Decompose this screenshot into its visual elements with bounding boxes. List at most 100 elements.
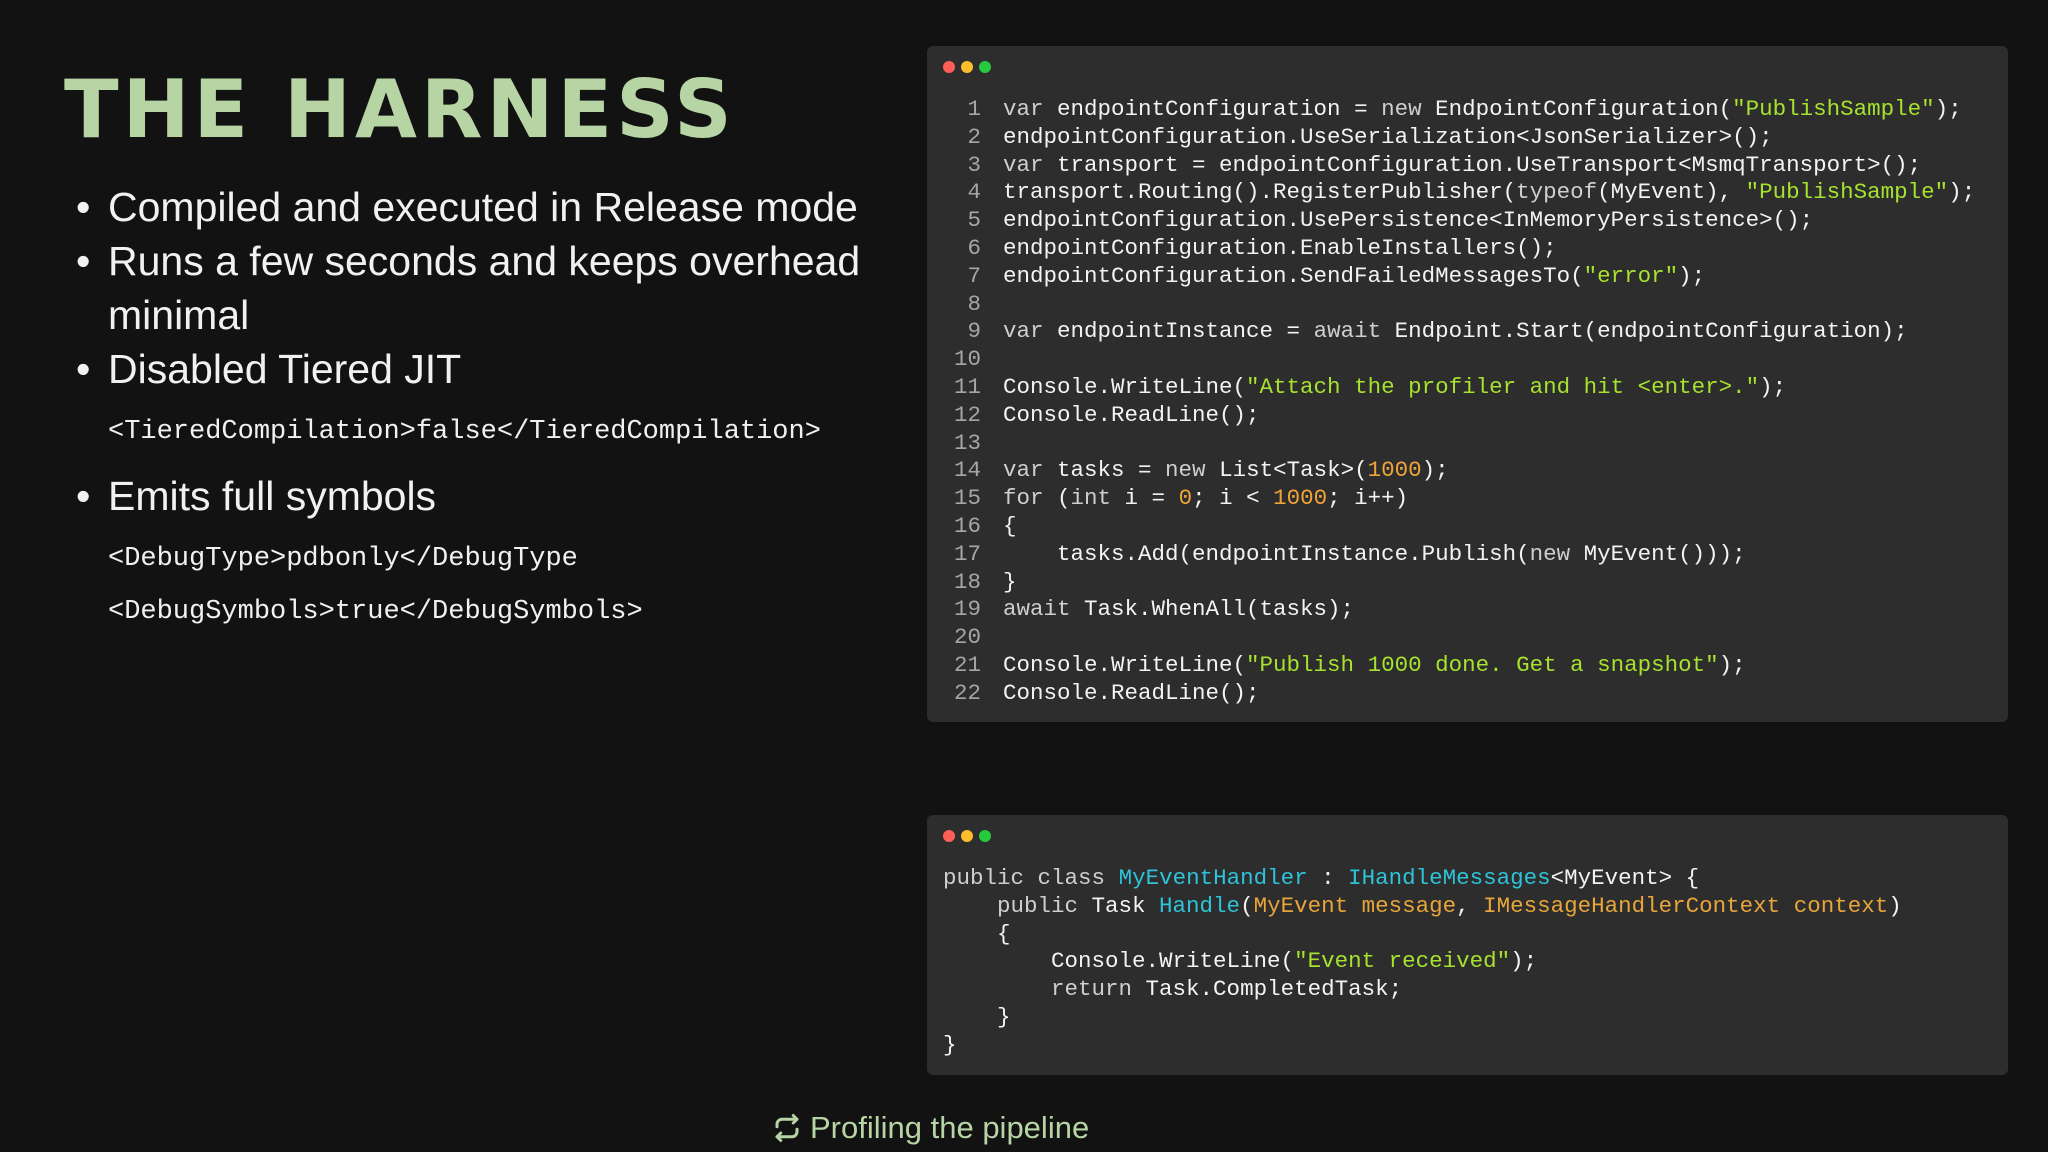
bullet-text: Disabled Tiered JIT [108, 346, 462, 392]
code-line: 12 Console.ReadLine(); [943, 402, 1975, 430]
code-text: Console.ReadLine(); [1003, 679, 1260, 706]
code-text: endpointConfiguration.UseSerialization<J… [1003, 123, 1773, 150]
footer-text: Profiling the pipeline [810, 1110, 1090, 1145]
code-line: 15 for (int i = 0; i < 1000; i++) [943, 485, 1975, 513]
line-number: 19 [953, 596, 981, 623]
bullet-dot-icon: • [76, 473, 91, 519]
code-line: return Task.CompletedTask; [943, 976, 1902, 1004]
line-number: 4 [967, 179, 981, 206]
code-window-handler: public class MyEventHandler : IHandleMes… [927, 815, 2008, 1075]
line-number: 5 [967, 207, 981, 234]
code-text: transport.Routing().RegisterPublisher(ty… [1003, 179, 1976, 206]
code-line: 7 endpointConfiguration.SendFailedMessage… [943, 263, 1975, 291]
window-controls [943, 830, 991, 842]
code-line: } [943, 1032, 1902, 1060]
code-text: endpointConfiguration.EnableInstallers()… [1003, 234, 1557, 261]
maximize-dot-icon [979, 830, 991, 842]
code-text: { [943, 920, 1011, 947]
code-line: 22 Console.ReadLine(); [943, 680, 1975, 708]
line-number: 15 [953, 485, 981, 512]
bullet-dot-icon: • [76, 238, 91, 284]
code-line: 4 transport.Routing().RegisterPublisher(t… [943, 179, 1975, 207]
line-number: 14 [953, 457, 981, 484]
code-text: Console.ReadLine(); [1003, 401, 1260, 428]
close-dot-icon [943, 830, 955, 842]
code-line: 1 var endpointConfiguration = new Endpoin… [943, 96, 1975, 124]
code-line: 11 Console.WriteLine("Attach the profiler… [943, 374, 1975, 402]
line-number: 8 [967, 290, 981, 317]
bullet-item: • Emits full symbols [72, 469, 892, 523]
code-line: 19 await Task.WhenAll(tasks); [943, 596, 1975, 624]
code-line: } [943, 1004, 1902, 1032]
code-line: 21 Console.WriteLine("Publish 1000 done. … [943, 652, 1975, 680]
code-text: Console.WriteLine("Publish 1000 done. Ge… [1003, 651, 1746, 678]
code-text: var tasks = new List<Task>(1000); [1003, 457, 1449, 484]
code-snippet: <DebugType>pdbonly</DebugType [108, 544, 578, 574]
code-text: var endpointConfiguration = new Endpoint… [1003, 96, 1962, 122]
code-line: 16 { [943, 513, 1975, 541]
maximize-dot-icon [979, 61, 991, 73]
line-number: 17 [953, 540, 981, 567]
code-line: Console.WriteLine("Event received"); [943, 948, 1902, 976]
bullet-item: • Runs a few seconds and keeps overhead … [72, 234, 892, 342]
bullet-dot-icon: • [76, 184, 91, 230]
minimize-dot-icon [961, 61, 973, 73]
code-block: 1 var endpointConfiguration = new Endpoin… [943, 96, 1975, 708]
line-number: 3 [967, 151, 981, 178]
code-text: } [943, 1003, 1011, 1030]
code-line: 2 endpointConfiguration.UseSerialization<… [943, 124, 1975, 152]
code-line: 20 [943, 624, 1975, 652]
code-line: { [943, 921, 1902, 949]
code-line: 9 var endpointInstance = await Endpoint.S… [943, 318, 1975, 346]
line-number: 9 [967, 318, 981, 345]
minimize-dot-icon [961, 830, 973, 842]
bullet-list: • Compiled and executed in Release mode … [72, 180, 892, 649]
code-text: var transport = endpointConfiguration.Us… [1003, 151, 1922, 178]
code-text: endpointConfiguration.SendFailedMessages… [1003, 262, 1706, 289]
code-block: public class MyEventHandler : IHandleMes… [943, 865, 1902, 1060]
code-text: Console.WriteLine("Attach the profiler a… [1003, 373, 1787, 400]
line-number: 16 [953, 512, 981, 539]
bullet-text: Compiled and executed in Release mode [108, 184, 858, 230]
code-text: await Task.WhenAll(tasks); [1003, 596, 1355, 623]
footer-caption: Profiling the pipeline [772, 1110, 1089, 1146]
line-number: 6 [967, 234, 981, 261]
bullet-text: Emits full symbols [108, 473, 437, 519]
close-dot-icon [943, 61, 955, 73]
line-number: 11 [953, 373, 981, 400]
bullet-dot-icon: • [76, 346, 91, 392]
code-line: 14 var tasks = new List<Task>(1000); [943, 457, 1975, 485]
code-line: public Task Handle(MyEvent message, IMes… [943, 893, 1902, 921]
code-text: endpointConfiguration.UsePersistence<InM… [1003, 207, 1814, 234]
line-number: 1 [967, 96, 981, 122]
code-line: 5 endpointConfiguration.UsePersistence<In… [943, 207, 1975, 235]
line-number: 10 [953, 346, 981, 373]
line-number: 12 [953, 401, 981, 428]
refresh-icon [772, 1113, 802, 1143]
code-line: 13 [943, 430, 1975, 458]
code-snippet: <DebugSymbols>true</DebugSymbols> [108, 597, 643, 627]
line-number: 18 [953, 568, 981, 595]
code-snippet: <TieredCompilation>false</TieredCompilat… [108, 417, 821, 447]
code-text: for (int i = 0; i < 1000; i++) [1003, 485, 1409, 512]
code-text: { [1003, 512, 1017, 539]
bullet-item: • Disabled Tiered JIT [72, 342, 892, 396]
code-text: tasks.Add(endpointInstance.Publish(new M… [1003, 540, 1746, 567]
code-text: return Task.CompletedTask; [1051, 976, 1403, 1003]
line-number: 2 [967, 123, 981, 150]
code-text: public Task Handle(MyEvent message, IMes… [997, 892, 1902, 919]
code-text: } [943, 1031, 957, 1058]
code-line: 17 tasks.Add(endpointInstance.Publish(ne… [943, 541, 1975, 569]
code-window-main: 1 var endpointConfiguration = new Endpoin… [927, 46, 2008, 722]
line-number: 22 [953, 679, 981, 706]
code-line: 18} [943, 569, 1975, 597]
code-text: public class MyEventHandler : IHandleMes… [943, 865, 1700, 891]
line-number: 13 [953, 429, 981, 456]
code-line: 6 endpointConfiguration.EnableInstallers(… [943, 235, 1975, 263]
code-text: } [1003, 568, 1017, 595]
code-line: public class MyEventHandler : IHandleMes… [943, 865, 1902, 893]
bullet-item: • Compiled and executed in Release mode [72, 180, 892, 234]
